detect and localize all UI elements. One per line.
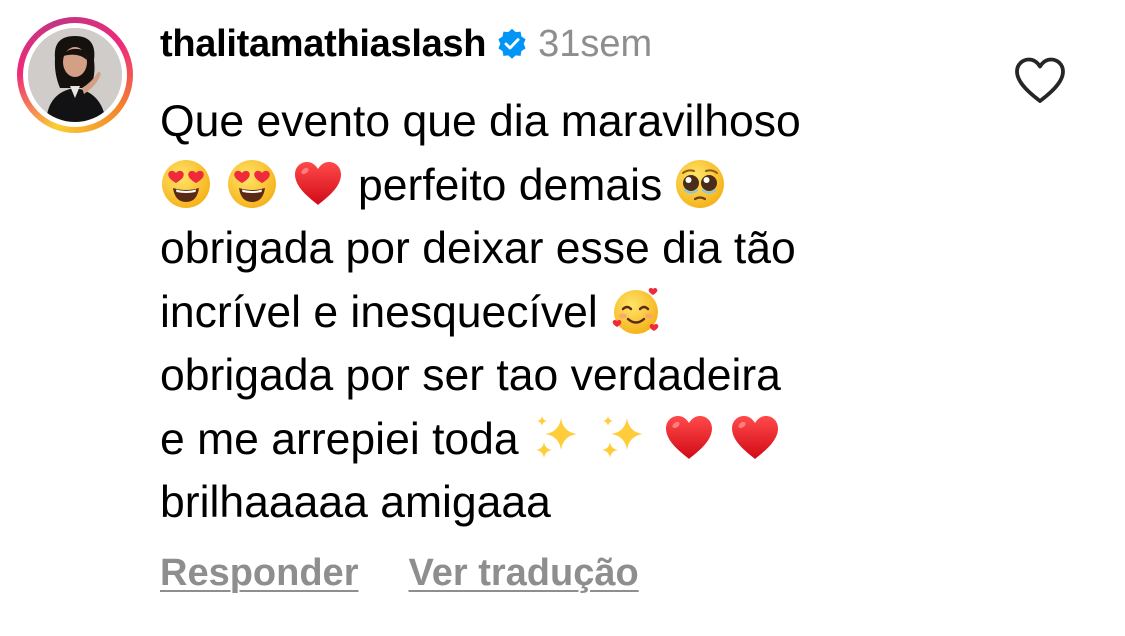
comment-line: e me arrepiei toda (160, 408, 980, 472)
comment-timestamp: 31sem (538, 22, 653, 65)
heart-eyes-emoji-icon (226, 158, 278, 210)
reply-button[interactable]: Responder (160, 552, 358, 595)
comment-text-segment: brilhaaaaa amigaaa (160, 478, 551, 527)
username[interactable]: thalitamathiaslash (160, 23, 486, 66)
comment-actions: Responder Ver tradução (160, 552, 639, 595)
sparkles-emoji-icon (531, 412, 583, 464)
see-translation-button[interactable]: Ver tradução (408, 552, 638, 595)
comment-line: obrigada por ser tao verdadeira (160, 344, 980, 408)
red-heart-emoji-icon (729, 412, 781, 464)
comment-line: brilhaaaaa amigaaa (160, 471, 980, 535)
comment-text: Que evento que dia maravilhoso perfeito … (160, 90, 980, 535)
comment-text-segment: obrigada por deixar esse dia tão (160, 224, 796, 273)
comment-text-segment: incrível e inesquecível (160, 287, 598, 337)
comment-header: thalitamathiaslash 31sem (160, 18, 652, 70)
comment-text-segment: Que evento que dia maravilhoso (160, 97, 801, 146)
heart-outline-icon[interactable] (1013, 56, 1067, 106)
red-heart-emoji-icon (663, 412, 715, 464)
avatar-story-ring[interactable] (17, 17, 133, 133)
sparkles-emoji-icon (597, 412, 649, 464)
comment-line: Que evento que dia maravilhoso (160, 90, 980, 154)
comment-text-segment: obrigada por ser tao verdadeira (160, 351, 781, 400)
avatar[interactable] (28, 28, 122, 122)
comment-text-segment: perfeito demais (358, 160, 663, 210)
avatar-photo (28, 28, 122, 122)
verified-badge-icon (496, 28, 528, 60)
pleading-face-emoji-icon (674, 158, 726, 210)
heart-eyes-emoji-icon (160, 158, 212, 210)
comment-text-segment: e me arrepiei toda (160, 414, 519, 464)
red-heart-emoji-icon (292, 158, 344, 210)
comment-line: obrigada por deixar esse dia tão (160, 217, 980, 281)
comment-line: perfeito demais (160, 154, 980, 218)
comment-line: incrível e inesquecível (160, 281, 980, 345)
smiling-face-with-hearts-emoji-icon (610, 285, 662, 337)
